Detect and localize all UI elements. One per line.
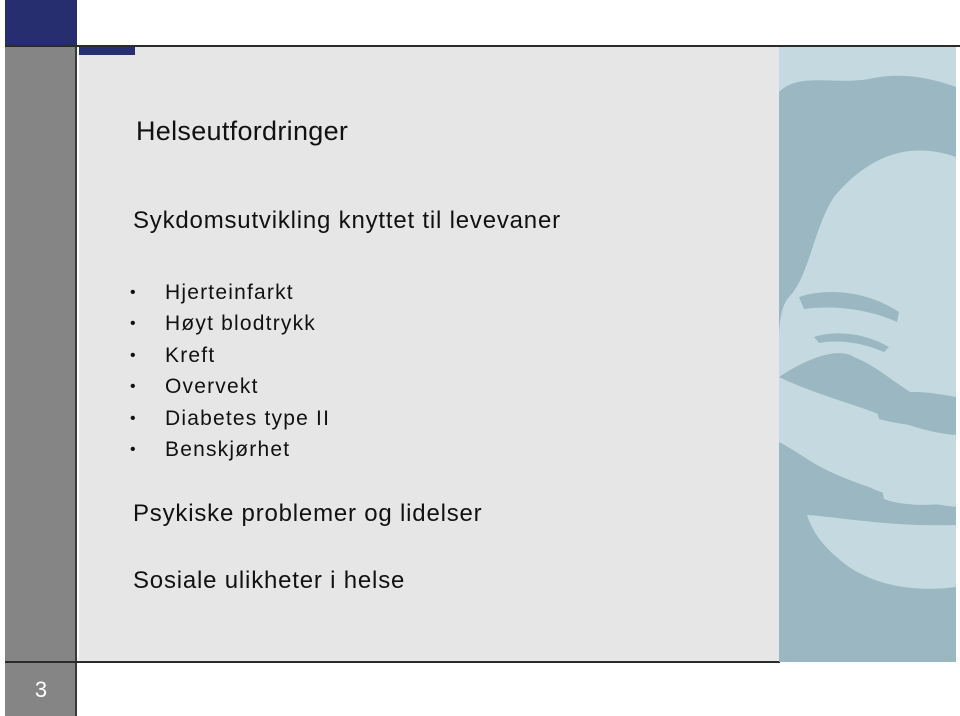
face-photo <box>779 47 956 662</box>
bottom-divider <box>5 661 780 663</box>
list-item-label: Diabetes type II <box>165 406 331 430</box>
bullet-icon: • <box>130 284 137 301</box>
list-item: • Overvekt <box>130 373 330 404</box>
bullet-icon: • <box>130 378 137 396</box>
brand-accent-bar <box>79 47 135 55</box>
page-number: 3 <box>34 676 48 702</box>
face-illustration <box>779 47 956 662</box>
list-item: • Benskjørhet <box>130 436 330 467</box>
teeth <box>879 468 956 505</box>
list-item: • Diabetes type II <box>130 405 330 436</box>
section-heading-social-inequality: Sosiale ulikheter i helse <box>133 567 406 594</box>
list-item: • Hjerteinfarkt <box>130 279 330 310</box>
left-sidebar <box>5 47 77 716</box>
bullet-icon: • <box>130 409 137 427</box>
list-item: • Høyt blodtrykk <box>130 310 330 341</box>
section-heading-lifestyle: Sykdomsutvikling knyttet til levevaner <box>133 207 561 234</box>
list-item-label: Høyt blodtrykk <box>165 312 316 336</box>
bullet-icon: • <box>130 440 137 458</box>
brand-corner-block <box>5 0 77 46</box>
bullet-icon: • <box>130 315 137 333</box>
section-heading-mental-health: Psykiske problemer og lidelser <box>133 500 483 527</box>
slide-title: Helseutfordringer <box>136 116 349 146</box>
list-item-label: Hjerteinfarkt <box>165 281 294 304</box>
lifestyle-disease-list: • Hjerteinfarkt • Høyt blodtrykk • Kreft • O… <box>130 279 330 467</box>
list-item-label: Overvekt <box>165 375 259 399</box>
bullet-icon: • <box>130 346 137 364</box>
list-item: • Kreft <box>130 342 330 373</box>
list-item-label: Benskjørhet <box>165 437 291 461</box>
list-item-label: Kreft <box>165 343 216 367</box>
